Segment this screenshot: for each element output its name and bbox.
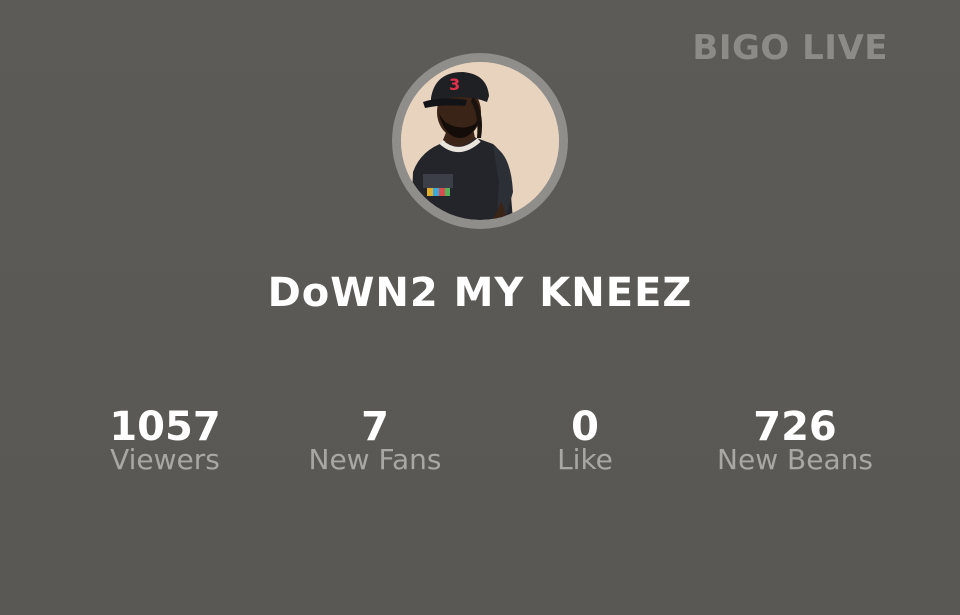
username: DoWN2 MY KNEEZ [267, 270, 693, 316]
svg-text:3: 3 [449, 75, 460, 94]
live-end-screen: BIGO LIVE 3 DoWN2 MY KNEEZ 1057 Viewers … [0, 0, 960, 615]
stat-new-fans: 7 New Fans [265, 402, 485, 474]
stat-label: Like [557, 443, 613, 476]
stat-new-beans: 726 New Beans [685, 402, 905, 474]
stat-like: 0 Like [475, 402, 695, 474]
bigo-live-watermark: BIGO LIVE [692, 28, 888, 68]
stat-label: New Fans [308, 443, 442, 476]
avatar-ring: 3 [392, 53, 568, 229]
user-photo-icon: 3 [401, 62, 559, 220]
stats-row: 1057 Viewers 7 New Fans 0 Like 726 New B… [0, 402, 960, 492]
stat-viewers: 1057 Viewers [55, 402, 275, 474]
stat-label: New Beans [717, 443, 873, 476]
stat-label: Viewers [110, 443, 220, 476]
avatar[interactable]: 3 [401, 62, 559, 220]
